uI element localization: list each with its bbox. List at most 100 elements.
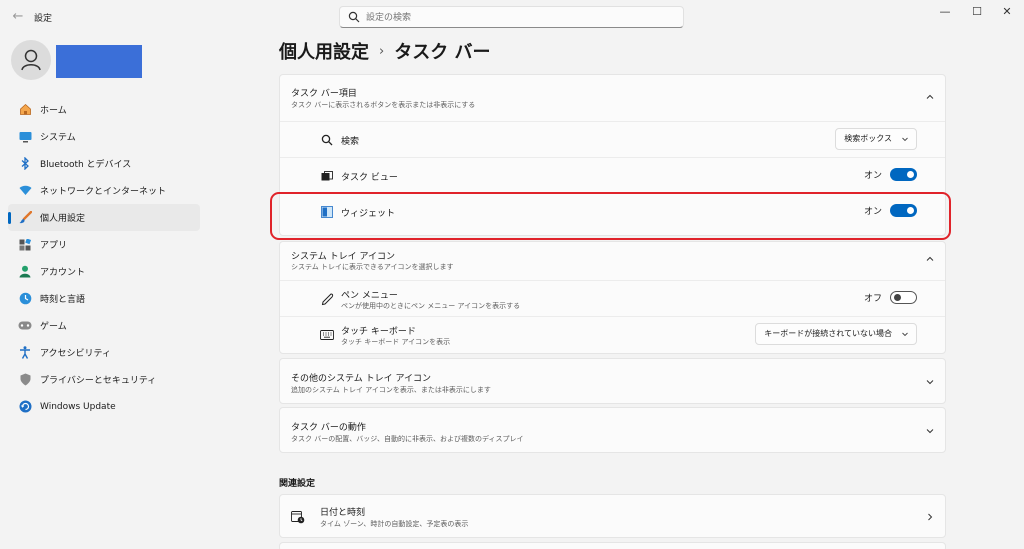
card-title: タスク バーの動作 (291, 423, 366, 433)
related-settings-heading: 関連設定 (279, 479, 316, 489)
sidebar-item-system[interactable]: システム (8, 123, 200, 150)
system-tray-card: システム トレイ アイコン システム トレイに表示できるアイコンを選択します ペ… (279, 241, 946, 354)
chevron-right-icon (928, 513, 933, 521)
sidebar-item-label: 時刻と言語 (40, 295, 86, 305)
chevron-down-icon (926, 380, 934, 385)
toggle-state-text: オフ (863, 294, 882, 304)
sidebar-item-label: システム (40, 133, 76, 143)
row-sub: タイム ゾーン、時計の自動設定、予定表の表示 (320, 520, 469, 528)
card-title: その他のシステム トレイ アイコン (291, 374, 432, 384)
row-label: ペン メニュー (341, 291, 398, 301)
brush-icon (18, 211, 32, 225)
task-view-icon (320, 169, 334, 183)
account-icon (18, 265, 32, 279)
breadcrumb: 個人用設定 › タスク バー (279, 38, 490, 64)
row-label: タスク ビュー (341, 173, 398, 183)
search-icon (320, 133, 334, 147)
chevron-down-icon (926, 429, 934, 434)
card-title: システム トレイ アイコン (291, 252, 396, 262)
wifi-icon (18, 184, 32, 198)
toggle-state-text: オン (863, 171, 882, 181)
chevron-up-icon (926, 94, 934, 99)
sidebar-item-bluetooth[interactable]: Bluetooth とデバイス (8, 150, 200, 177)
sidebar-nav: ホーム システム Bluetooth とデバイス ネットワークとインターネット … (8, 96, 200, 420)
row-sub: ペンが使用中のときにペン メニュー アイコンを表示する (341, 302, 521, 310)
back-button[interactable]: ← (9, 9, 27, 25)
sidebar-item-network[interactable]: ネットワークとインターネット (8, 177, 200, 204)
system-tray-header[interactable]: システム トレイ アイコン システム トレイに表示できるアイコンを選択します (280, 242, 945, 280)
breadcrumb-separator: › (379, 43, 385, 59)
search-icon (348, 11, 360, 23)
dropdown-value: 検索ボックス (844, 134, 892, 143)
sidebar-item-windows-update[interactable]: Windows Update (8, 393, 200, 420)
pen-icon (320, 292, 334, 306)
apps-icon (18, 238, 32, 252)
title-bar: ← 設定 — ☐ ✕ (0, 0, 1024, 34)
other-tray-card[interactable]: その他のシステム トレイ アイコン 追加のシステム トレイ アイコンを表示、また… (279, 358, 946, 404)
sidebar-item-home[interactable]: ホーム (8, 96, 200, 123)
sidebar-item-privacy[interactable]: プライバシーとセキュリティ (8, 366, 200, 393)
sidebar-item-label: アプリ (40, 241, 68, 251)
row-label: 日付と時刻 (320, 508, 366, 518)
page-title: タスク バー (394, 42, 491, 63)
app-title: 設定 (34, 14, 53, 24)
sidebar-item-apps[interactable]: アプリ (8, 231, 200, 258)
gamepad-icon (18, 319, 32, 333)
chevron-up-icon (926, 256, 934, 261)
dropdown-value: キーボードが接続されていない場合 (764, 329, 892, 338)
next-card-edge (279, 542, 946, 549)
card-title: タスク バー項目 (291, 89, 357, 99)
row-label: タッチ キーボード (341, 327, 416, 337)
sidebar-item-gaming[interactable]: ゲーム (8, 312, 200, 339)
update-icon (18, 400, 32, 414)
touch-keyboard-dropdown[interactable]: キーボードが接続されていない場合 (755, 323, 917, 345)
home-icon (18, 103, 32, 117)
taskbar-items-header[interactable]: タスク バー項目 タスク バーに表示されるボタンを表示または非表示にする (280, 75, 945, 121)
search-box[interactable] (339, 6, 684, 28)
pen-menu-row: ペン メニュー ペンが使用中のときにペン メニュー アイコンを表示する オフ (280, 280, 945, 316)
card-subtitle: タスク バーの配置、バッジ、自動的に非表示、および複数のディスプレイ (291, 435, 524, 443)
sidebar-item-time-language[interactable]: 時刻と言語 (8, 285, 200, 312)
chevron-down-icon (902, 332, 908, 337)
bluetooth-icon (18, 157, 32, 171)
sidebar-item-accounts[interactable]: アカウント (8, 258, 200, 285)
accessibility-icon (18, 346, 32, 360)
sidebar-item-personalization[interactable]: 個人用設定 (8, 204, 200, 231)
shield-icon (18, 373, 32, 387)
close-button[interactable]: ✕ (990, 2, 1024, 22)
keyboard-icon (320, 328, 334, 342)
sidebar-item-label: ホーム (40, 106, 67, 116)
pen-menu-toggle[interactable] (890, 291, 917, 304)
system-icon (18, 130, 32, 144)
task-view-row: タスク ビュー オン (280, 157, 945, 193)
search-input[interactable] (366, 10, 666, 25)
chevron-down-icon (902, 137, 908, 142)
row-sub: タッチ キーボード アイコンを表示 (341, 338, 451, 346)
search-mode-dropdown[interactable]: 検索ボックス (835, 128, 917, 150)
taskbar-behavior-card[interactable]: タスク バーの動作 タスク バーの配置、バッジ、自動的に非表示、および複数のディ… (279, 407, 946, 453)
sidebar-item-label: ネットワークとインターネット (40, 187, 167, 197)
sidebar-item-label: 個人用設定 (40, 214, 86, 224)
task-view-toggle[interactable] (890, 168, 917, 181)
sidebar-item-label: ゲーム (40, 322, 67, 332)
sidebar-item-label: Bluetooth とデバイス (40, 160, 132, 170)
pen-menu-toggle-group: オフ (864, 291, 917, 304)
user-name-redacted (56, 45, 142, 78)
calendar-clock-icon (291, 510, 305, 524)
sidebar-item-label: アクセシビリティ (40, 349, 112, 359)
card-subtitle: 追加のシステム トレイ アイコンを表示、または非表示にします (291, 386, 491, 394)
sidebar-item-label: プライバシーとセキュリティ (40, 376, 157, 386)
date-time-link-card[interactable]: 日付と時刻 タイム ゾーン、時計の自動設定、予定表の表示 (279, 494, 946, 538)
minimize-button[interactable]: — (928, 2, 962, 22)
card-subtitle: タスク バーに表示されるボタンを表示または非表示にする (291, 101, 476, 109)
touch-keyboard-row: タッチ キーボード タッチ キーボード アイコンを表示 キーボードが接続されてい… (280, 316, 945, 352)
row-label: 検索 (341, 137, 360, 147)
breadcrumb-parent[interactable]: 個人用設定 (279, 38, 369, 64)
sidebar-item-label: アカウント (40, 268, 86, 278)
sidebar-item-label: Windows Update (40, 401, 116, 412)
highlight-annotation (270, 192, 951, 240)
sidebar-item-accessibility[interactable]: アクセシビリティ (8, 339, 200, 366)
maximize-button[interactable]: ☐ (960, 2, 994, 22)
avatar[interactable] (11, 40, 51, 80)
user-icon (21, 49, 41, 71)
